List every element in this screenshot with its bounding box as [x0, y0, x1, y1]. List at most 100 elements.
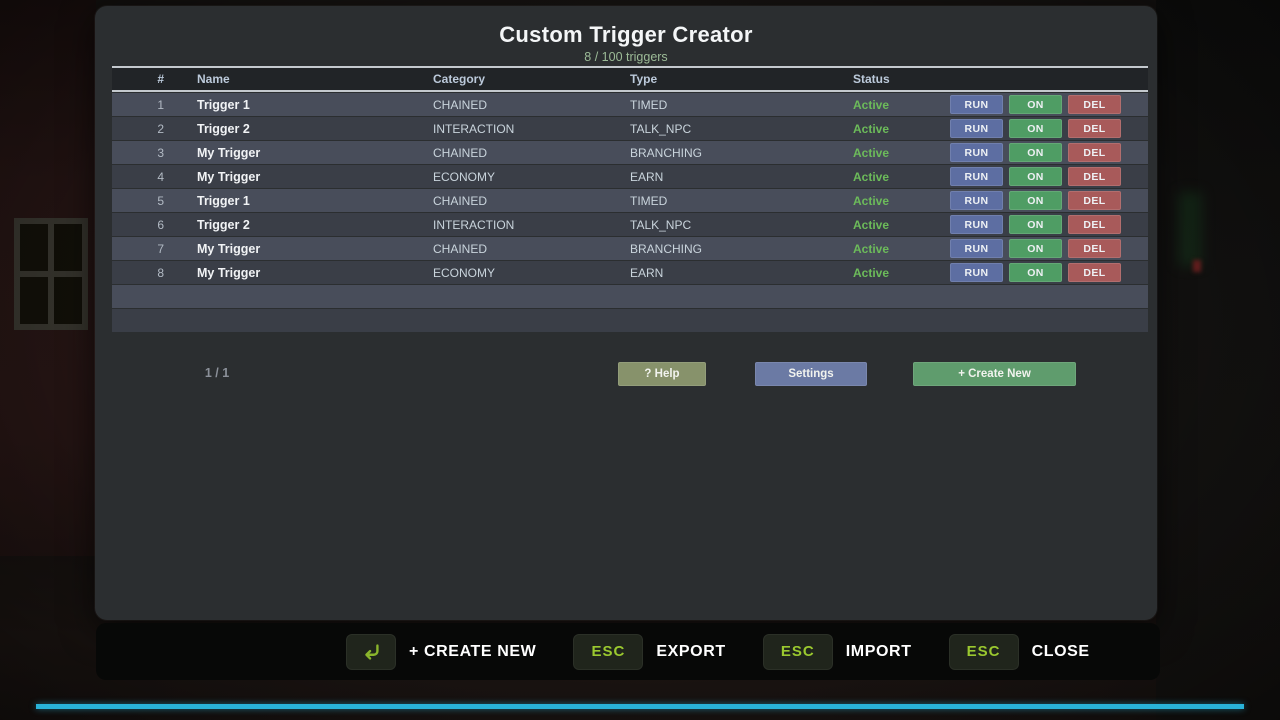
toggle-on-button[interactable]: ON — [1009, 263, 1062, 282]
trigger-name: Trigger 1 — [197, 194, 400, 208]
toggle-on-button[interactable]: ON — [1009, 215, 1062, 234]
row-actions: RUN ON DEL — [950, 191, 1121, 210]
run-button[interactable]: RUN — [950, 167, 1003, 186]
row-number: 3 — [112, 146, 164, 160]
col-header-type: Type — [630, 72, 820, 86]
delete-button[interactable]: DEL — [1068, 143, 1121, 162]
table-body: 1 Trigger 1 CHAINED TIMED Active RUN ON … — [112, 93, 1148, 332]
footer-close-label: CLOSE — [1032, 643, 1090, 661]
custom-trigger-creator-dialog: Custom Trigger Creator 8 / 100 triggers … — [95, 6, 1157, 620]
run-button[interactable]: RUN — [950, 143, 1003, 162]
trigger-name: My Trigger — [197, 266, 400, 280]
toggle-on-button[interactable]: ON — [1009, 167, 1062, 186]
status-badge: Active — [853, 266, 950, 280]
table-header-row: # Name Category Type Status — [112, 68, 1148, 90]
trigger-type: TIMED — [630, 194, 820, 208]
row-actions: RUN ON DEL — [950, 239, 1121, 258]
delete-button[interactable]: DEL — [1068, 191, 1121, 210]
table-row: 6 Trigger 2 INTERACTION TALK_NPC Active … — [112, 213, 1148, 236]
col-header-number: # — [112, 72, 164, 86]
trigger-category: CHAINED — [433, 194, 597, 208]
run-button[interactable]: RUN — [950, 215, 1003, 234]
trigger-type: EARN — [630, 266, 820, 280]
delete-button[interactable]: DEL — [1068, 215, 1121, 234]
trigger-name: My Trigger — [197, 242, 400, 256]
table-row-empty — [112, 309, 1148, 332]
status-badge: Active — [853, 98, 950, 112]
settings-button[interactable]: Settings — [755, 362, 867, 386]
footer-content: + CREATE NEW ESC EXPORT ESC IMPORT ESC C… — [346, 623, 1090, 680]
run-button[interactable]: RUN — [950, 239, 1003, 258]
trigger-category: CHAINED — [433, 98, 597, 112]
delete-button[interactable]: DEL — [1068, 239, 1121, 258]
return-key-icon — [346, 634, 396, 670]
table-row: 7 My Trigger CHAINED BRANCHING Active RU… — [112, 237, 1148, 260]
run-button[interactable]: RUN — [950, 95, 1003, 114]
trigger-name: Trigger 1 — [197, 98, 400, 112]
row-number: 6 — [112, 218, 164, 232]
row-actions: RUN ON DEL — [950, 95, 1121, 114]
trigger-table: # Name Category Type Status 1 Trigger 1 … — [112, 66, 1148, 332]
delete-button[interactable]: DEL — [1068, 95, 1121, 114]
table-row: 4 My Trigger ECONOMY EARN Active RUN ON … — [112, 165, 1148, 188]
footer-create-new-action[interactable]: + CREATE NEW — [346, 634, 536, 670]
footer-import-label: IMPORT — [846, 643, 912, 661]
delete-button[interactable]: DEL — [1068, 263, 1121, 282]
row-number: 8 — [112, 266, 164, 280]
col-header-status: Status — [853, 72, 950, 86]
row-actions: RUN ON DEL — [950, 215, 1121, 234]
esc-key-close: ESC — [949, 634, 1019, 670]
trigger-name: My Trigger — [197, 146, 400, 160]
esc-key-import: ESC — [763, 634, 833, 670]
row-number: 7 — [112, 242, 164, 256]
help-button[interactable]: ? Help — [618, 362, 706, 386]
run-button[interactable]: RUN — [950, 191, 1003, 210]
trigger-type: TALK_NPC — [630, 122, 820, 136]
row-actions: RUN ON DEL — [950, 143, 1121, 162]
trigger-name: Trigger 2 — [197, 218, 400, 232]
page-indicator: 1 / 1 — [195, 366, 239, 380]
trigger-name: Trigger 2 — [197, 122, 400, 136]
delete-button[interactable]: DEL — [1068, 119, 1121, 138]
toggle-on-button[interactable]: ON — [1009, 191, 1062, 210]
footer-export-action[interactable]: ESC EXPORT — [573, 634, 725, 670]
row-number: 1 — [112, 98, 164, 112]
toggle-on-button[interactable]: ON — [1009, 119, 1062, 138]
delete-button[interactable]: DEL — [1068, 167, 1121, 186]
footer-close-action[interactable]: ESC CLOSE — [949, 634, 1090, 670]
trigger-name: My Trigger — [197, 170, 400, 184]
status-badge: Active — [853, 194, 950, 208]
footer-export-label: EXPORT — [656, 643, 725, 661]
trigger-category: INTERACTION — [433, 218, 597, 232]
toggle-on-button[interactable]: ON — [1009, 95, 1062, 114]
trigger-category: CHAINED — [433, 146, 597, 160]
col-header-name: Name — [197, 72, 400, 86]
trigger-type: EARN — [630, 170, 820, 184]
row-actions: RUN ON DEL — [950, 263, 1121, 282]
create-new-button[interactable]: + Create New — [913, 362, 1076, 386]
row-number: 4 — [112, 170, 164, 184]
status-badge: Active — [853, 146, 950, 160]
table-header-divider — [112, 90, 1148, 92]
table-row-empty — [112, 285, 1148, 308]
run-button[interactable]: RUN — [950, 119, 1003, 138]
toggle-on-button[interactable]: ON — [1009, 239, 1062, 258]
status-badge: Active — [853, 242, 950, 256]
row-actions: RUN ON DEL — [950, 167, 1121, 186]
table-row: 1 Trigger 1 CHAINED TIMED Active RUN ON … — [112, 93, 1148, 116]
table-row: 5 Trigger 1 CHAINED TIMED Active RUN ON … — [112, 189, 1148, 212]
trigger-type: BRANCHING — [630, 242, 820, 256]
row-number: 2 — [112, 122, 164, 136]
trigger-category: ECONOMY — [433, 266, 597, 280]
footer-create-new-label: + CREATE NEW — [409, 643, 536, 661]
status-badge: Active — [853, 218, 950, 232]
toggle-on-button[interactable]: ON — [1009, 143, 1062, 162]
trigger-category: INTERACTION — [433, 122, 597, 136]
trigger-count-label: 8 / 100 triggers — [95, 50, 1157, 64]
footer-import-action[interactable]: ESC IMPORT — [763, 634, 912, 670]
page-title: Custom Trigger Creator — [95, 22, 1157, 48]
run-button[interactable]: RUN — [950, 263, 1003, 282]
trigger-type: TIMED — [630, 98, 820, 112]
esc-key-export: ESC — [573, 634, 643, 670]
trigger-category: CHAINED — [433, 242, 597, 256]
